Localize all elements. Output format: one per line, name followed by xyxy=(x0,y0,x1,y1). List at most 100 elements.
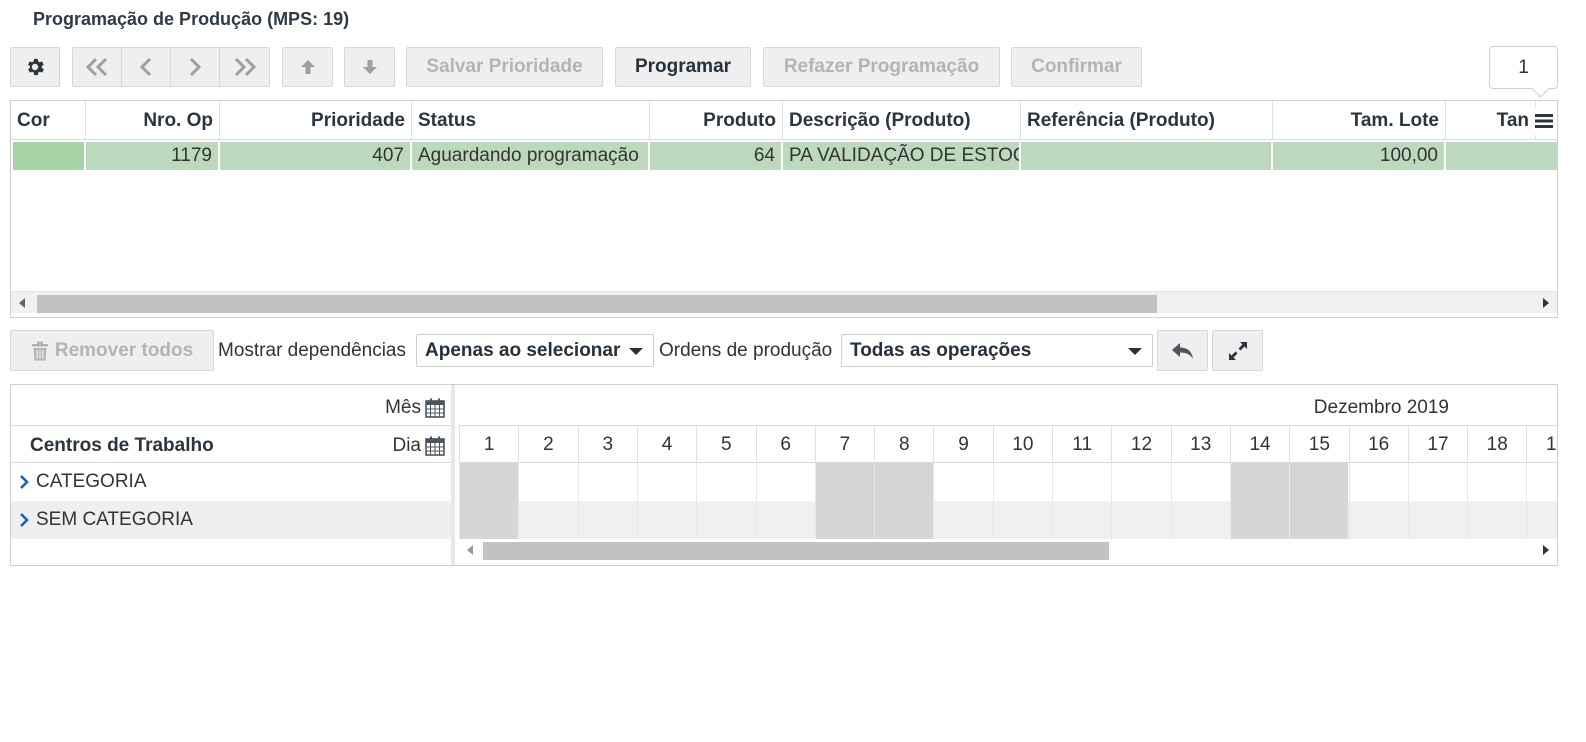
table-row[interactable]: 1179 407 Aguardando programação 64 PA VA… xyxy=(11,141,1557,171)
navigation-group xyxy=(72,47,270,87)
move-down-button[interactable] xyxy=(344,47,395,87)
column-header-status[interactable]: Status xyxy=(412,101,650,140)
category-label: CATEGORIA xyxy=(36,471,147,492)
dia-header[interactable]: Dia xyxy=(392,435,445,457)
day-column xyxy=(1467,463,1526,539)
cell-nro-op: 1179 xyxy=(86,142,220,170)
day-header-1: 1 xyxy=(459,426,518,463)
category-label: SEM CATEGORIA xyxy=(36,509,193,530)
column-menu-button[interactable] xyxy=(1531,107,1557,135)
column-header-cor[interactable]: Cor xyxy=(11,101,86,140)
day-header-18: 18 xyxy=(1467,426,1526,463)
mostrar-dependencias-select[interactable]: Apenas ao selecionar xyxy=(416,334,654,367)
ordens-producao-select[interactable]: Todas as operações xyxy=(841,334,1153,367)
scroll-thumb[interactable] xyxy=(483,542,1109,560)
expand-icon xyxy=(1228,341,1247,360)
column-header-referencia[interactable]: Referência (Produto) xyxy=(1021,101,1273,140)
cor-swatch xyxy=(13,142,86,170)
day-header-10: 10 xyxy=(992,426,1052,463)
previous-button[interactable] xyxy=(122,48,171,86)
day-header-7: 7 xyxy=(814,426,874,463)
day-header-16: 16 xyxy=(1348,426,1408,463)
mostrar-dependencias-value: Apenas ao selecionar xyxy=(425,339,621,361)
work-centers-panel: Mês Centros de Trabalho Dia CATEGORIA SE… xyxy=(11,385,455,565)
calendar-icon xyxy=(425,398,445,418)
day-column xyxy=(518,463,577,539)
undo-button[interactable] xyxy=(1157,330,1208,371)
scroll-left-icon[interactable] xyxy=(11,292,33,314)
refazer-programacao-label: Refazer Programação xyxy=(783,56,980,77)
scroll-right-icon[interactable] xyxy=(1535,539,1557,561)
day-column xyxy=(992,463,1052,539)
hamburger-menu-icon xyxy=(1535,114,1553,128)
day-header-3: 3 xyxy=(577,426,637,463)
timeline-horizontal-scrollbar[interactable] xyxy=(459,539,1557,561)
caret-down-icon xyxy=(1128,348,1142,355)
chevron-right-icon[interactable] xyxy=(19,513,29,527)
day-column xyxy=(636,463,696,539)
day-column xyxy=(577,463,637,539)
day-column xyxy=(696,463,755,539)
trash-icon xyxy=(31,341,48,360)
ordens-producao-value: Todas as operações xyxy=(850,339,1032,361)
last-button[interactable] xyxy=(220,48,269,86)
day-column xyxy=(1407,463,1467,539)
expand-button[interactable] xyxy=(1212,330,1263,371)
day-header-12: 12 xyxy=(1111,426,1170,463)
page-number-input[interactable]: 1 xyxy=(1489,46,1558,89)
double-chevron-left-icon xyxy=(85,57,108,77)
day-column xyxy=(1229,463,1290,539)
move-up-button[interactable] xyxy=(282,47,333,87)
centros-trabalho-title: Centros de Trabalho xyxy=(30,435,214,456)
day-column xyxy=(933,463,992,539)
cell-prioridade: 407 xyxy=(220,142,412,170)
chevron-left-icon xyxy=(139,57,152,77)
mes-header[interactable]: Mês xyxy=(385,397,445,419)
remover-todos-button[interactable]: Remover todos xyxy=(10,330,214,371)
scroll-left-icon[interactable] xyxy=(459,539,481,561)
gear-icon xyxy=(28,58,44,76)
day-header-8: 8 xyxy=(874,426,933,463)
salvar-prioridade-button[interactable]: Salvar Prioridade xyxy=(406,47,603,87)
day-header-4: 4 xyxy=(636,426,696,463)
cell-tam-lote: 100,00 xyxy=(1273,142,1446,170)
day-header-2: 2 xyxy=(518,426,577,463)
first-button[interactable] xyxy=(73,48,122,86)
day-column xyxy=(1526,463,1557,539)
day-header-13: 13 xyxy=(1170,426,1230,463)
double-chevron-right-icon xyxy=(234,57,256,77)
calendar-icon xyxy=(425,436,445,456)
confirmar-button[interactable]: Confirmar xyxy=(1011,47,1142,87)
ordens-producao-label: Ordens de produção xyxy=(659,340,833,361)
chevron-right-icon[interactable] xyxy=(19,475,29,489)
remover-todos-label: Remover todos xyxy=(54,339,194,361)
day-header-19: 19 xyxy=(1526,426,1557,463)
salvar-prioridade-label: Salvar Prioridade xyxy=(426,56,583,77)
column-header-tan[interactable]: Tan xyxy=(1446,101,1536,140)
category-row-sem-categoria[interactable]: SEM CATEGORIA xyxy=(11,501,451,539)
column-header-descricao[interactable]: Descrição (Produto) xyxy=(783,101,1021,140)
day-header-14: 14 xyxy=(1229,426,1289,463)
arrow-up-icon xyxy=(300,60,315,74)
arrow-down-icon xyxy=(362,60,377,74)
category-row-categoria[interactable]: CATEGORIA xyxy=(11,463,451,501)
day-column xyxy=(1052,463,1111,539)
mes-label: Mês xyxy=(385,397,421,418)
confirmar-label: Confirmar xyxy=(1031,56,1122,77)
refazer-programacao-button[interactable]: Refazer Programação xyxy=(763,47,1000,87)
column-header-tam-lote[interactable]: Tam. Lote xyxy=(1273,101,1446,140)
programar-button[interactable]: Programar xyxy=(615,47,751,87)
column-header-prioridade[interactable]: Prioridade xyxy=(220,101,412,140)
next-button[interactable] xyxy=(171,48,220,86)
grid-horizontal-scrollbar[interactable] xyxy=(11,291,1557,313)
scroll-right-icon[interactable] xyxy=(1535,292,1557,314)
page-title: Programação de Produção (MPS: 19) xyxy=(33,9,350,29)
day-header-5: 5 xyxy=(696,426,755,463)
scroll-thumb[interactable] xyxy=(37,295,1157,313)
day-column xyxy=(1289,463,1349,539)
settings-button[interactable] xyxy=(10,47,60,87)
day-header-17: 17 xyxy=(1407,426,1467,463)
day-column xyxy=(755,463,815,539)
column-header-produto[interactable]: Produto xyxy=(650,101,783,140)
column-header-nro-op[interactable]: Nro. Op xyxy=(86,101,220,140)
